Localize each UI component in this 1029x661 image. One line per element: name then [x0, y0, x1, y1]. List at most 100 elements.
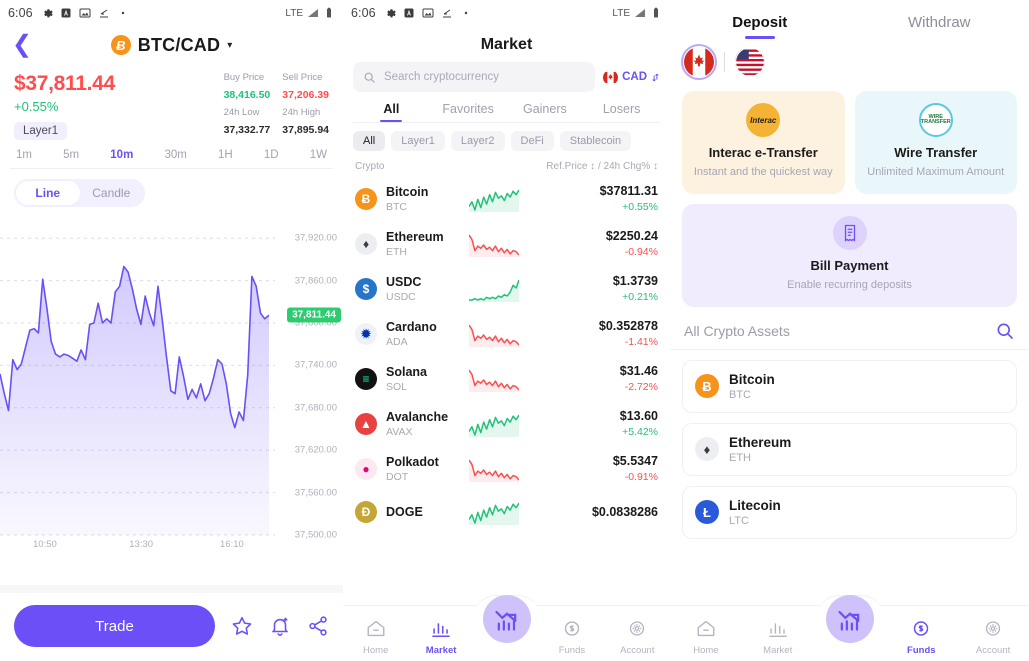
pair-title-wrap: Ƀ BTC/CAD ▾ — [0, 35, 343, 56]
timeframe-1w[interactable]: 1W — [310, 149, 327, 161]
table-row[interactable]: Ð DOGE $0.0838286 — [343, 491, 670, 533]
timeframe-tabs: 1m 5m 10m 30m 1H 1D 1W — [0, 140, 343, 168]
chart-type-line[interactable]: Line — [16, 181, 80, 205]
chart-type-candle[interactable]: Candle — [80, 181, 144, 205]
us-flag-button[interactable] — [735, 47, 765, 77]
coin-change: -1.41% — [624, 336, 658, 348]
layer-badge: Layer1 — [14, 122, 68, 140]
pill-defi[interactable]: DeFi — [510, 131, 554, 151]
sparkline-chart — [469, 369, 519, 392]
stat-value: 37,895.94 — [282, 124, 329, 136]
coin-values: $1.3739 +0.21% — [613, 274, 658, 303]
coin-values: $13.60 +5.42% — [620, 409, 658, 438]
method-bill-payment[interactable]: Bill Payment Enable recurring deposits — [682, 203, 1017, 307]
table-row[interactable]: $ USDC USDC $1.3739 +0.21% — [343, 266, 670, 311]
nav-home[interactable]: Home — [670, 619, 742, 656]
price-change: +0.55% — [14, 99, 59, 114]
timeframe-5m[interactable]: 5m — [63, 149, 79, 161]
method-title: Wire Transfer — [894, 145, 978, 160]
coin-values: $2250.24 -0.94% — [606, 229, 658, 258]
table-row[interactable]: Ƀ Bitcoin BTC $37811.31 +0.55% — [343, 176, 670, 221]
timeframe-10m[interactable]: 10m — [110, 149, 133, 161]
share-icon[interactable] — [307, 615, 329, 637]
nav-home[interactable]: Home — [343, 619, 408, 656]
ca-flag-button[interactable] — [681, 44, 717, 80]
table-row[interactable]: ✹ Cardano ADA $0.352878 -1.41% — [343, 311, 670, 356]
pill-layer1[interactable]: Layer1 — [391, 131, 445, 151]
gallery-icon — [422, 8, 434, 18]
pill-all[interactable]: All — [353, 131, 386, 151]
nav-funds[interactable]: Funds — [885, 619, 957, 656]
stat-value: 38,416.50 — [223, 89, 271, 101]
list-item[interactable]: Ł Litecoin LTC — [682, 485, 1017, 539]
trade-header: ❮ Ƀ BTC/CAD ▾ — [0, 26, 343, 64]
solana-icon: ≡ — [355, 367, 377, 390]
tab-all[interactable]: All — [353, 102, 430, 122]
cardano-icon: ✹ — [355, 322, 377, 345]
nav-label: Home — [693, 645, 719, 656]
sparkline-chart — [469, 459, 519, 482]
nav-label: Account — [975, 645, 1011, 656]
timeframe-1m[interactable]: 1m — [16, 149, 32, 161]
price-chart[interactable]: 37,920.00 37,860.00 37,800.00 37,740.00 37,6… — [0, 217, 343, 552]
stat-value: 37,206.39 — [282, 89, 329, 101]
search-input[interactable]: Search cryptocurrency — [353, 62, 596, 92]
table-row[interactable]: ≡ Solana SOL $31.46 -2.72% — [343, 356, 670, 401]
price-left: $37,811.44 +0.55% Layer1 — [14, 72, 115, 140]
account-gear-icon — [985, 621, 1001, 636]
market-tabs: All Favorites Gainers Losers — [343, 92, 670, 122]
nav-trade-button[interactable] — [825, 595, 874, 643]
coin-name: USDC — [386, 274, 422, 289]
nav-account[interactable]: Account — [957, 619, 1029, 656]
tab-gainers[interactable]: Gainers — [507, 102, 584, 122]
method-subtitle: Instant and the quickest way — [693, 166, 833, 178]
table-row[interactable]: ● Polkadot DOT $5.5347 -0.91% — [343, 446, 670, 491]
list-item[interactable]: Ƀ Bitcoin BTC — [682, 359, 1017, 413]
pill-stablecoin[interactable]: Stablecoin — [559, 131, 632, 151]
tab-losers[interactable]: Losers — [583, 102, 660, 122]
gear-icon — [386, 9, 396, 18]
sparkline-chart — [469, 234, 519, 257]
coin-names: DOGE — [386, 505, 460, 519]
coin-change: +5.42% — [622, 426, 658, 438]
nav-account[interactable]: Account — [605, 619, 670, 656]
nav-market[interactable]: Market — [742, 619, 814, 656]
method-wire[interactable]: WIRE TRANSFER Wire Transfer Unlimited Max… — [854, 91, 1017, 194]
coin-price: $0.352878 — [598, 319, 658, 333]
tab-favorites[interactable]: Favorites — [430, 102, 507, 122]
bell-icon[interactable] — [269, 615, 291, 637]
coin-name: Bitcoin — [386, 184, 429, 199]
coin-names: Solana SOL — [386, 365, 460, 393]
chevron-down-icon[interactable]: ▾ — [227, 40, 232, 51]
method-title: Bill Payment — [810, 257, 889, 273]
table-row[interactable]: ♦ Ethereum ETH $2250.24 -0.94% — [343, 221, 670, 266]
coin-names: USDC USDC — [386, 275, 460, 303]
piggy-bank-icon — [914, 621, 929, 636]
list-item[interactable]: ♦ Ethereum ETH — [682, 422, 1017, 476]
tab-withdraw[interactable]: Withdraw — [850, 14, 1029, 39]
dot-icon — [121, 11, 124, 15]
star-icon[interactable] — [231, 615, 253, 637]
pill-layer2[interactable]: Layer2 — [450, 131, 505, 151]
nav-market[interactable]: Market — [408, 619, 473, 656]
timeframe-30m[interactable]: 30m — [164, 149, 186, 161]
column-price-change[interactable]: Ref.Price ↕ / 24h Chg% ↕ — [546, 161, 658, 172]
method-interac[interactable]: Interac Interac e-Transfer Instant and t… — [682, 91, 845, 194]
timeframe-1h[interactable]: 1H — [218, 149, 233, 161]
tab-deposit[interactable]: Deposit — [670, 14, 850, 39]
ca-flag-icon — [603, 69, 619, 85]
timeframe-1d[interactable]: 1D — [264, 149, 279, 161]
back-button[interactable]: ❮ — [12, 33, 32, 57]
download-icon — [442, 9, 451, 18]
us-flag-icon — [735, 47, 765, 77]
table-row[interactable]: ▲ Avalanche AVAX $13.60 +5.42% — [343, 401, 670, 446]
search-icon[interactable] — [995, 321, 1015, 341]
nav-funds[interactable]: Funds — [539, 619, 604, 656]
trade-button[interactable]: Trade — [14, 605, 215, 647]
chart-type-toggle: Line Candle — [14, 179, 145, 207]
nav-label: Market — [763, 645, 793, 656]
nav-trade-button[interactable] — [482, 595, 531, 643]
section-divider — [0, 585, 343, 593]
bitcoin-icon: Ƀ — [110, 35, 131, 55]
currency-selector[interactable]: CAD — [603, 69, 660, 85]
